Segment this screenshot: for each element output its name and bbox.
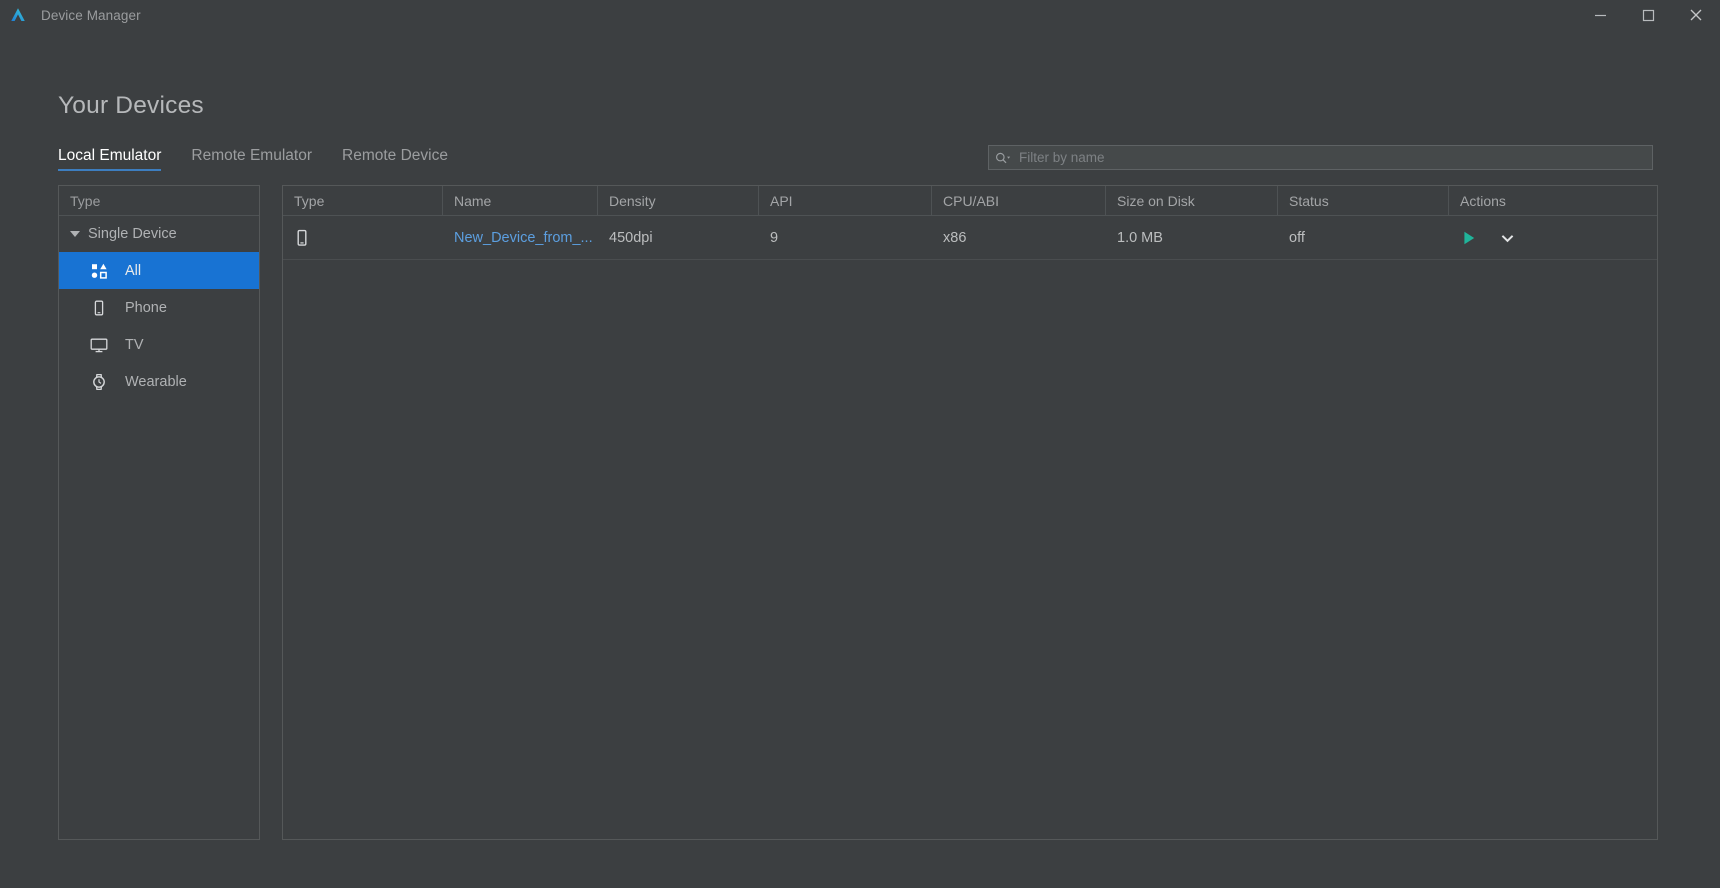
sidebar-item-tv[interactable]: TV [59,326,259,363]
caret-down-icon[interactable] [70,231,80,237]
sidebar-item-label: TV [125,336,144,353]
table-row[interactable]: New_Device_from_... 450dpi 9 x86 1.0 MB … [283,216,1657,260]
tv-icon [89,335,109,355]
column-header-type[interactable]: Type [283,186,443,215]
tab-local-emulator[interactable]: Local Emulator [58,147,162,171]
devices-table: Type Name Density API CPU/ABI Size on Di… [282,185,1658,840]
page-title: Your Devices [58,92,204,119]
cell-device-name[interactable]: New_Device_from_... [443,216,598,259]
grid-shapes-icon [89,261,109,281]
sidebar-item-phone[interactable]: Phone [59,289,259,326]
cell-status: off [1289,229,1305,246]
sidebar-item-all[interactable]: All [59,252,259,289]
tab-bar: Local Emulator Remote Emulator Remote De… [58,147,448,171]
sidebar-item-label: Wearable [125,373,187,390]
column-header-size-on-disk[interactable]: Size on Disk [1106,186,1278,215]
window-controls [1576,0,1720,30]
tab-remote-device[interactable]: Remote Device [342,147,448,171]
device-type-sidebar: Type Single Device All Phone TV Wearable [58,185,260,840]
android-studio-logo [11,8,25,21]
bottom-toolbar: Help Refresh Local Emulator Location: Ed… [0,848,1720,888]
table-header-row: Type Name Density API CPU/ABI Size on Di… [283,185,1657,216]
device-manager-page: Your Devices Local Emulator Remote Emula… [0,30,1720,888]
chevron-down-icon[interactable] [1499,231,1516,245]
sidebar-group-single-device[interactable]: Single Device [59,216,259,252]
watch-icon [89,372,109,392]
sidebar-header: Type [59,185,259,216]
sidebar-item-label: All [125,262,142,279]
minimize-icon [1594,14,1606,16]
sidebar-item-label: Phone [125,299,167,316]
column-header-api[interactable]: API [759,186,932,215]
column-header-status[interactable]: Status [1278,186,1449,215]
window-title: Device Manager [41,7,141,23]
cell-cpu-abi: x86 [943,229,967,246]
cell-actions [1449,216,1657,259]
tab-remote-emulator[interactable]: Remote Emulator [191,147,312,171]
cell-api: 9 [770,229,779,246]
sidebar-item-wearable[interactable]: Wearable [59,363,259,400]
maximize-icon [1642,9,1654,21]
column-header-actions[interactable]: Actions [1449,186,1657,215]
column-header-cpu-abi[interactable]: CPU/ABI [932,186,1106,215]
column-header-name[interactable]: Name [443,186,598,215]
cell-type [283,216,443,259]
cell-size-on-disk: 1.0 MB [1117,229,1163,246]
filter-search-box[interactable] [988,145,1653,170]
maximize-button[interactable] [1624,0,1672,30]
search-icon[interactable] [995,151,1011,165]
phone-icon [297,229,307,246]
cell-density: 450dpi [609,229,653,246]
play-icon[interactable] [1461,230,1477,246]
sidebar-group-label: Single Device [88,226,177,242]
close-button[interactable] [1672,0,1720,30]
close-icon [1690,9,1702,21]
column-header-density[interactable]: Density [598,186,759,215]
window-titlebar: Device Manager [0,0,1720,30]
minimize-button[interactable] [1576,0,1624,30]
phone-icon [89,298,109,318]
search-input[interactable] [1011,150,1646,165]
